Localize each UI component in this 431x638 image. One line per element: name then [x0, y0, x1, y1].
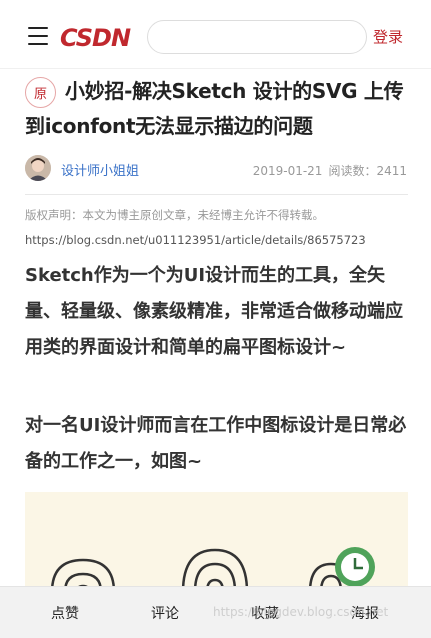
top-navigation-bar: CSDN 登录 — [0, 0, 431, 70]
copyright-notice: 版权声明：本文为博主原创文章，未经博主允许不得转载。 — [25, 208, 324, 222]
article-paragraph: Sketch作为一个为UI设计而生的工具，全矢量、轻量级、像素级精准，非常适合做… — [25, 265, 403, 358]
article-meta: 2019-01-21 阅读数：2411 — [253, 162, 407, 179]
csdn-logo[interactable]: CSDN — [60, 22, 142, 52]
favorite-button[interactable]: 收藏 — [251, 603, 279, 623]
author-name[interactable]: 设计师小姐姐 — [61, 160, 139, 179]
avatar-image — [25, 155, 51, 181]
publish-date: 2019-01-21 — [252, 164, 323, 178]
article-paragraph: 对一名UI设计师而言在工作中图标设计是日常必备的工作之一，如图~ — [25, 415, 407, 472]
comment-button[interactable]: 评论 — [151, 603, 179, 623]
login-link[interactable]: 登录 — [373, 26, 403, 47]
search-input[interactable] — [147, 20, 367, 54]
svg-text:CSDN: CSDN — [60, 24, 131, 52]
divider — [25, 194, 408, 195]
hamburger-menu-icon[interactable] — [28, 27, 48, 45]
source-url-link[interactable]: https://blog.csdn.net/u011123951/article… — [25, 233, 366, 247]
author-avatar[interactable] — [25, 155, 51, 181]
bottom-action-bar: 点赞 评论 收藏 海报 — [0, 586, 431, 638]
article-title: 小妙招-解决Sketch 设计的SVG 上传到iconfont无法显示描边的问题 — [25, 79, 404, 138]
read-count: 阅读数：2411 — [328, 164, 407, 178]
like-button[interactable]: 点赞 — [51, 603, 79, 623]
poster-button[interactable]: 海报 — [351, 603, 379, 623]
divider — [0, 68, 431, 69]
